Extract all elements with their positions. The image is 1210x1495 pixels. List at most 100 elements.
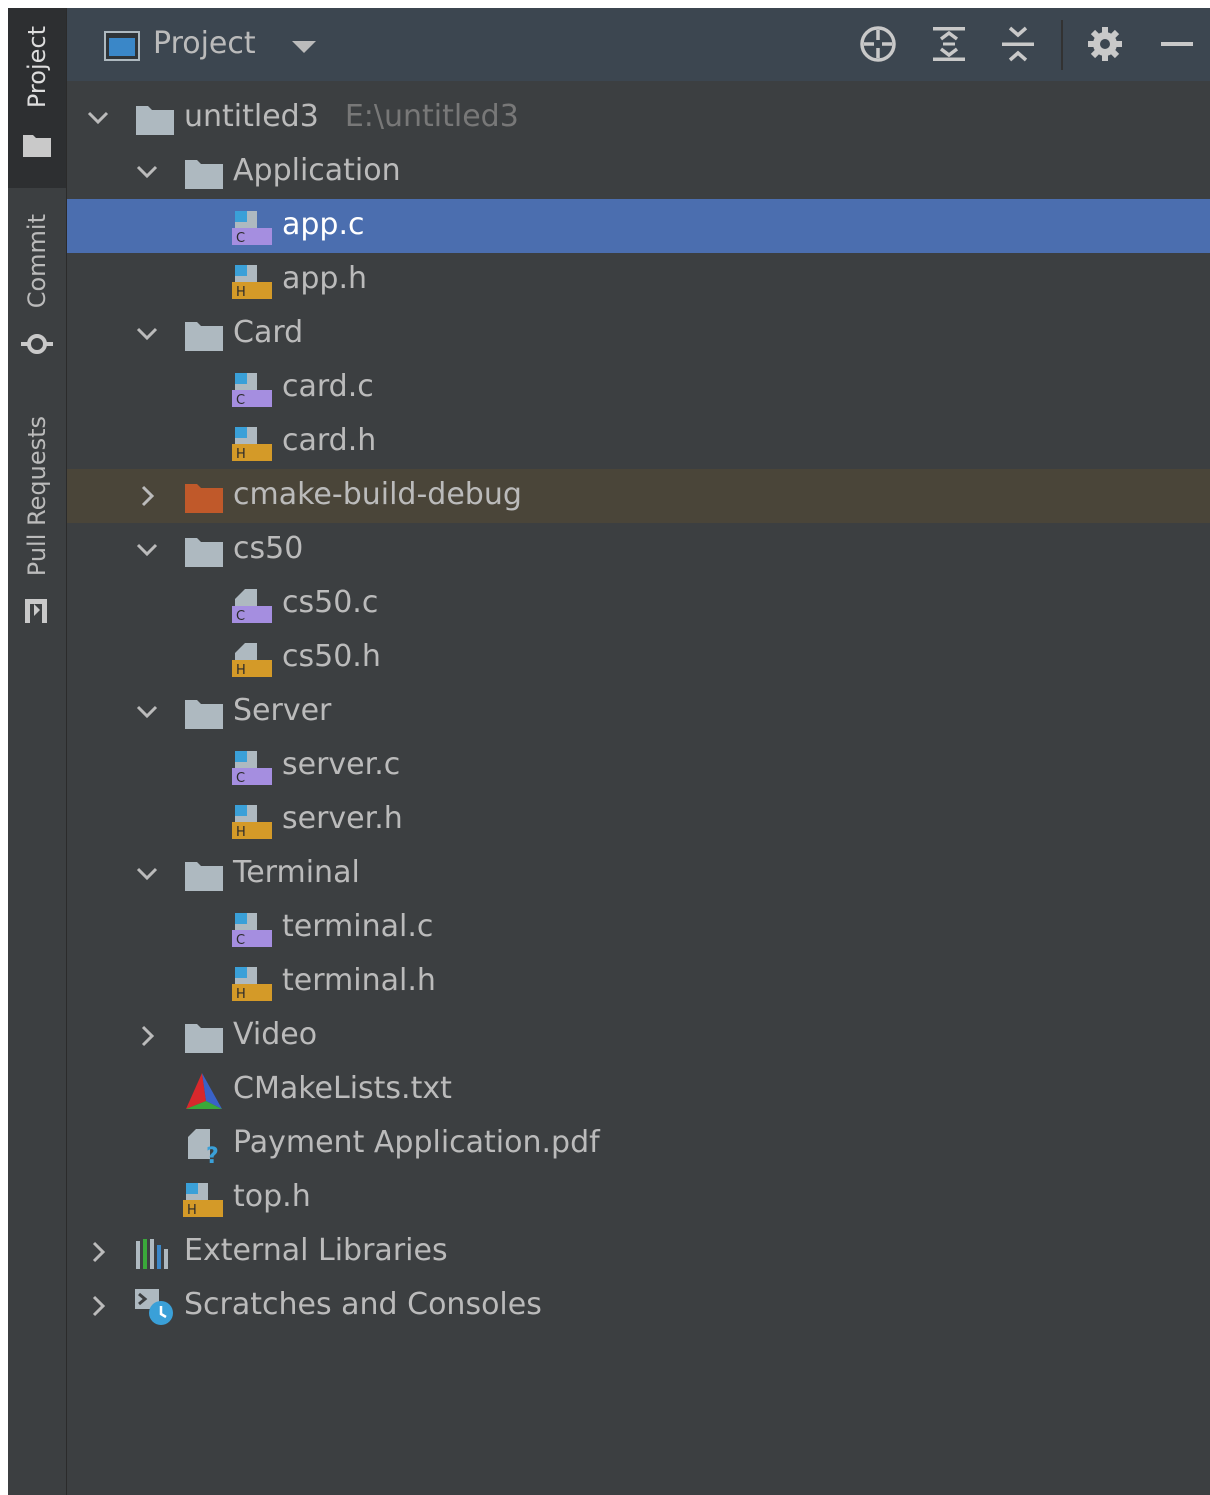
- tool-tab-commit[interactable]: Commit: [8, 198, 66, 378]
- tree-row[interactable]: Scratches and Consoles: [67, 1279, 1210, 1333]
- tree-row-label: cs50.h: [282, 639, 381, 674]
- chevron-down-icon[interactable]: [134, 861, 160, 887]
- tree-row[interactable]: External Libraries: [67, 1225, 1210, 1279]
- pull-request-icon: [25, 599, 47, 623]
- tree-row[interactable]: Capp.c: [67, 199, 1210, 253]
- tree-row[interactable]: Ccard.c: [67, 361, 1210, 415]
- tree-row-label: Card: [233, 315, 304, 350]
- svg-text:C: C: [236, 231, 245, 246]
- header-file-icon: H: [183, 1183, 223, 1218]
- tree-row[interactable]: untitled3 E:\untitled3: [67, 91, 1210, 145]
- c-file-icon: C: [232, 211, 272, 246]
- folder-icon: [136, 106, 174, 135]
- folder-icon: [185, 322, 223, 351]
- tree-row[interactable]: cmake-build-debug: [67, 469, 1210, 523]
- tree-row-label: untitled3 E:\untitled3: [184, 99, 519, 134]
- tree-row-label: card.h: [282, 423, 377, 458]
- tree-row-label: terminal.c: [282, 909, 434, 944]
- gear-icon[interactable]: [1085, 24, 1125, 64]
- cmake-icon: [186, 1073, 222, 1109]
- tree-row[interactable]: Video: [67, 1009, 1210, 1063]
- c-file-icon: C: [232, 373, 272, 408]
- folder-icon: [185, 700, 223, 729]
- tree-row[interactable]: Ccs50.c: [67, 577, 1210, 631]
- tree-row-label: app.c: [282, 207, 365, 242]
- tree-row-label: cmake-build-debug: [233, 477, 522, 512]
- scratches-icon: [135, 1289, 173, 1325]
- tree-row[interactable]: cs50: [67, 523, 1210, 577]
- header-file-icon: H: [232, 265, 272, 300]
- crosshair-icon[interactable]: [858, 24, 898, 64]
- project-view-icon: [104, 31, 140, 61]
- tool-tab-project[interactable]: Project: [8, 8, 66, 188]
- chevron-right-icon[interactable]: [134, 483, 160, 509]
- chevron-down-icon[interactable]: [134, 537, 160, 563]
- tree-row-label: Application: [233, 153, 401, 188]
- chevron-down-icon[interactable]: [85, 105, 111, 131]
- tree-row[interactable]: Hcard.h: [67, 415, 1210, 469]
- tree-row[interactable]: Server: [67, 685, 1210, 739]
- panel-title[interactable]: Project: [153, 26, 256, 61]
- svg-text:C: C: [236, 393, 245, 408]
- svg-text:?: ?: [206, 1144, 219, 1165]
- expand-all-icon[interactable]: [929, 24, 969, 64]
- tree-row-path: E:\untitled3: [344, 99, 519, 134]
- header-separator: [1061, 20, 1063, 70]
- tree-row-label: server.h: [282, 801, 403, 836]
- header-file-icon: H: [232, 643, 272, 678]
- tool-tab-pull-requests-label: Pull Requests: [23, 416, 51, 577]
- svg-text:H: H: [236, 285, 246, 300]
- project-tree[interactable]: untitled3 E:\untitled3 Application Capp.c Ha…: [67, 81, 1210, 1495]
- tree-row-label: server.c: [282, 747, 401, 782]
- c-file-icon: C: [232, 589, 272, 624]
- commit-icon: [21, 334, 53, 354]
- folder-icon: [185, 1024, 223, 1053]
- tree-row-label: cs50: [233, 531, 304, 566]
- header-file-icon: H: [232, 805, 272, 840]
- tree-row[interactable]: ? Payment Application.pdf: [67, 1117, 1210, 1171]
- tool-tab-project-label: Project: [23, 26, 51, 109]
- tree-row-label: top.h: [233, 1179, 311, 1214]
- svg-text:C: C: [236, 933, 245, 948]
- triangle-down-icon[interactable]: [291, 40, 317, 54]
- chevron-right-icon[interactable]: [85, 1293, 111, 1319]
- unknown-file-icon: ?: [188, 1129, 219, 1165]
- folder-icon: [23, 135, 51, 157]
- folder-icon: [185, 862, 223, 891]
- header-file-icon: H: [232, 967, 272, 1002]
- excluded-folder-icon: [185, 484, 223, 513]
- tree-row[interactable]: Card: [67, 307, 1210, 361]
- svg-text:H: H: [236, 987, 246, 1002]
- tree-row[interactable]: Terminal: [67, 847, 1210, 901]
- tree-row-label: Video: [233, 1017, 318, 1052]
- tool-window-strip: Project Commit Pull Requests: [8, 8, 67, 1495]
- minimize-icon[interactable]: [1157, 24, 1197, 64]
- c-file-icon: C: [232, 751, 272, 786]
- tree-row-label: app.h: [282, 261, 368, 296]
- chevron-right-icon[interactable]: [134, 1023, 160, 1049]
- tree-row[interactable]: CMakeLists.txt: [67, 1063, 1210, 1117]
- collapse-all-icon[interactable]: [998, 24, 1038, 64]
- tree-row[interactable]: Happ.h: [67, 253, 1210, 307]
- chevron-down-icon[interactable]: [134, 321, 160, 347]
- tree-row-label: Scratches and Consoles: [184, 1287, 542, 1322]
- chevron-down-icon[interactable]: [134, 159, 160, 185]
- tree-row[interactable]: Application: [67, 145, 1210, 199]
- chevron-right-icon[interactable]: [85, 1239, 111, 1265]
- folder-icon: [185, 538, 223, 567]
- tree-row[interactable]: Hcs50.h: [67, 631, 1210, 685]
- tree-row[interactable]: Cterminal.c: [67, 901, 1210, 955]
- tree-row[interactable]: Hterminal.h: [67, 955, 1210, 1009]
- svg-text:H: H: [236, 663, 246, 678]
- tree-row-label: terminal.h: [282, 963, 436, 998]
- tree-row-label: Terminal: [233, 855, 360, 890]
- tree-row[interactable]: Cserver.c: [67, 739, 1210, 793]
- tool-tab-pull-requests[interactable]: Pull Requests: [8, 408, 66, 648]
- svg-text:H: H: [187, 1203, 197, 1218]
- tree-row[interactable]: Htop.h: [67, 1171, 1210, 1225]
- c-file-icon: C: [232, 913, 272, 948]
- chevron-down-icon[interactable]: [134, 699, 160, 725]
- tree-row[interactable]: Hserver.h: [67, 793, 1210, 847]
- tool-tab-commit-label: Commit: [23, 214, 51, 309]
- svg-text:H: H: [236, 825, 246, 840]
